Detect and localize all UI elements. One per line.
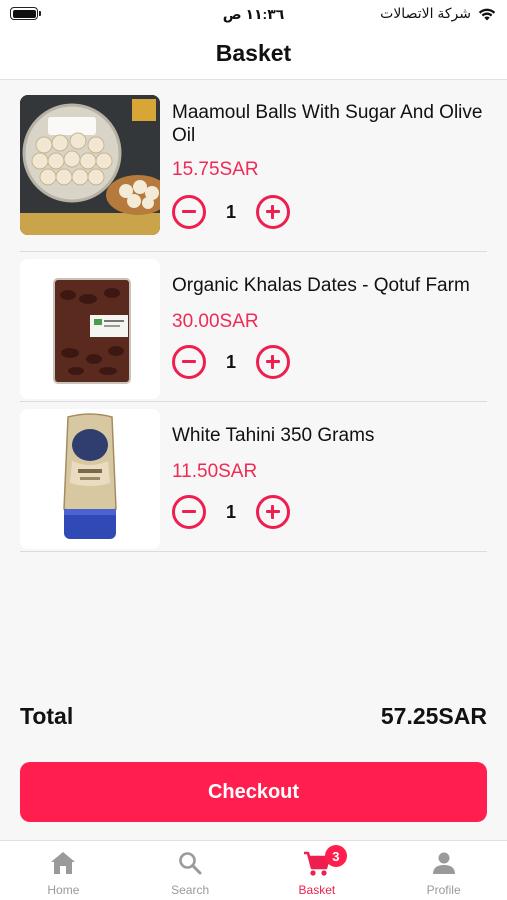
- decrease-quantity-button[interactable]: [172, 345, 206, 379]
- item-price: 30.00SAR: [172, 311, 259, 332]
- quantity-stepper: 1: [172, 345, 290, 379]
- tab-label: Basket: [298, 883, 336, 897]
- basket-item: Maamoul Balls With Sugar And Olive Oil 1…: [20, 81, 487, 252]
- page-title: Basket: [215, 40, 292, 66]
- increase-quantity-button[interactable]: [256, 195, 290, 229]
- tab-profile[interactable]: Profile: [380, 841, 507, 900]
- tab-basket[interactable]: 3 Basket: [254, 841, 381, 900]
- increase-quantity-button[interactable]: [256, 345, 290, 379]
- status-bar: ١١:٣٦ ص شركة الاتصالات: [0, 0, 507, 28]
- page-header: Basket: [0, 28, 507, 80]
- maamoul-box-icon: [20, 95, 160, 235]
- bottom-tab-bar: Home Search 3 Basket Profile: [0, 840, 507, 900]
- quantity-value: 1: [225, 501, 236, 522]
- tab-label: Profile: [426, 883, 461, 897]
- product-image-dates[interactable]: [20, 259, 160, 399]
- profile-icon: [432, 852, 455, 874]
- item-price: 15.75SAR: [172, 159, 259, 180]
- item-name: Maamoul Balls With Sugar And Olive Oil: [172, 102, 483, 146]
- dates-pack-icon: [20, 259, 160, 399]
- product-image-tahini[interactable]: [20, 409, 160, 549]
- status-carrier: شركة الاتصالات: [380, 5, 497, 22]
- tab-label: Search: [171, 883, 210, 897]
- tab-label: Home: [47, 883, 80, 897]
- quantity-stepper: 1: [172, 495, 290, 529]
- item-price: 11.50SAR: [172, 461, 258, 482]
- cart-count-badge: 3: [324, 845, 347, 867]
- quantity-value: 1: [225, 201, 236, 222]
- tab-search[interactable]: Search: [127, 841, 254, 900]
- basket-list: Maamoul Balls With Sugar And Olive Oil 1…: [0, 81, 507, 552]
- wifi-icon: [478, 8, 496, 20]
- decrease-quantity-button[interactable]: [172, 195, 206, 229]
- quantity-value: 1: [225, 351, 236, 372]
- item-name: Organic Khalas Dates - Qotuf Farm: [172, 275, 470, 296]
- increase-quantity-button[interactable]: [256, 495, 290, 529]
- tahini-bottle-icon: [20, 409, 160, 549]
- home-icon: [51, 852, 76, 874]
- total-row: Total 57.25SAR: [20, 703, 487, 730]
- search-icon: [179, 852, 202, 875]
- total-value: 57.25SAR: [380, 703, 487, 729]
- item-name: White Tahini 350 Grams: [172, 425, 375, 446]
- basket-item: Organic Khalas Dates - Qotuf Farm 30.00S…: [20, 252, 487, 402]
- decrease-quantity-button[interactable]: [172, 495, 206, 529]
- total-label: Total: [20, 703, 74, 729]
- checkout-button[interactable]: Checkout: [20, 762, 487, 822]
- quantity-stepper: 1: [172, 195, 290, 229]
- carrier-name: شركة الاتصالات: [380, 5, 471, 21]
- product-image-maamoul[interactable]: [20, 95, 160, 235]
- basket-item: White Tahini 350 Grams 11.50SAR 1: [20, 402, 487, 552]
- tab-home[interactable]: Home: [0, 841, 127, 900]
